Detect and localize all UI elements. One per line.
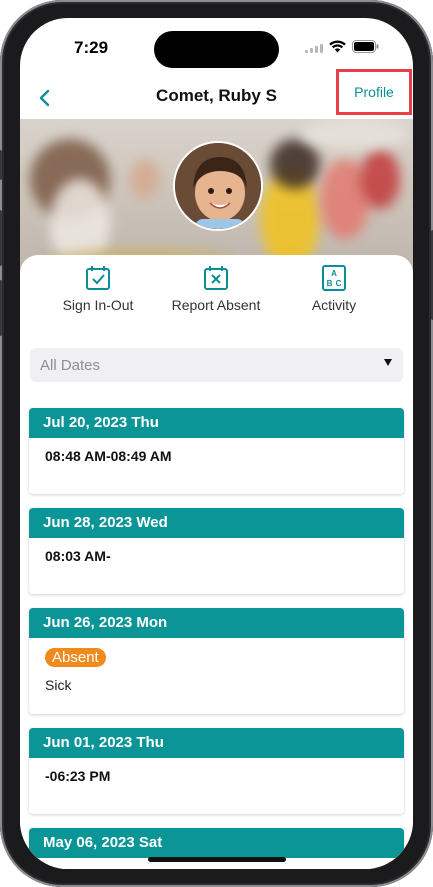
attendance-date: Jul 20, 2023 Thu [29, 408, 404, 438]
attendance-time: 08:03 AM- [45, 548, 111, 564]
report-absent-button[interactable]: Report Absent [156, 265, 276, 313]
attendance-card[interactable]: Jun 28, 2023 Wed 08:03 AM- [29, 508, 404, 594]
svg-text:B: B [327, 279, 333, 288]
home-indicator [148, 857, 286, 862]
volume-up-button [0, 210, 2, 266]
sign-in-out-label: Sign In-Out [62, 297, 134, 313]
status-icons [305, 40, 379, 58]
activity-button[interactable]: A B C Activity [274, 265, 394, 313]
report-absent-label: Report Absent [171, 297, 261, 313]
screen: 7:29 Comet, Ruby S Profile Sign In-Out R… [20, 18, 413, 869]
mute-switch [0, 150, 2, 180]
quick-actions: Sign In-Out Report Absent A B C Activity [20, 265, 413, 331]
dynamic-island [154, 31, 279, 68]
profile-button[interactable]: Profile [336, 69, 412, 115]
calendar-x-icon [204, 266, 228, 290]
date-filter-dropdown[interactable]: All Dates [30, 348, 403, 382]
sign-in-out-button[interactable]: Sign In-Out [38, 265, 158, 313]
battery-icon [352, 40, 379, 58]
date-filter-value: All Dates [40, 357, 101, 374]
content-panel: Sign In-Out Report Absent A B C Activity… [20, 255, 413, 869]
chevron-left-icon [39, 89, 50, 107]
absent-badge: Absent [45, 648, 106, 667]
attendance-date: Jun 26, 2023 Mon [29, 608, 404, 638]
back-button[interactable] [30, 84, 58, 112]
attendance-date: May 06, 2023 Sat [29, 828, 404, 858]
attendance-date: Jun 01, 2023 Thu [29, 728, 404, 758]
attendance-card[interactable]: Jul 20, 2023 Thu 08:48 AM-08:49 AM [29, 408, 404, 494]
status-time: 7:29 [74, 38, 109, 57]
attendance-card[interactable]: May 06, 2023 Sat [29, 828, 404, 869]
volume-down-button [0, 280, 2, 336]
child-avatar [173, 141, 263, 231]
attendance-card[interactable]: Jun 01, 2023 Thu -06:23 PM [29, 728, 404, 814]
calendar-check-icon [86, 266, 110, 290]
svg-text:A: A [331, 269, 337, 278]
status-bar: 7:29 [20, 18, 413, 76]
phone-frame: 7:29 Comet, Ruby S Profile Sign In-Out R… [0, 0, 433, 887]
signal-icon [305, 40, 323, 58]
caret-down-icon [384, 359, 392, 366]
absence-reason: Sick [45, 677, 72, 693]
attendance-list[interactable]: Jul 20, 2023 Thu 08:48 AM-08:49 AM Jun 2… [20, 389, 413, 869]
attendance-date: Jun 28, 2023 Wed [29, 508, 404, 538]
abc-blocks-icon: A B C [322, 265, 346, 291]
attendance-time: 08:48 AM-08:49 AM [45, 448, 172, 464]
attendance-card[interactable]: Jun 26, 2023 Mon Absent Sick [29, 608, 404, 714]
activity-label: Activity [311, 297, 357, 313]
svg-text:C: C [336, 279, 342, 288]
wifi-icon [329, 40, 346, 58]
attendance-time: -06:23 PM [45, 768, 111, 784]
